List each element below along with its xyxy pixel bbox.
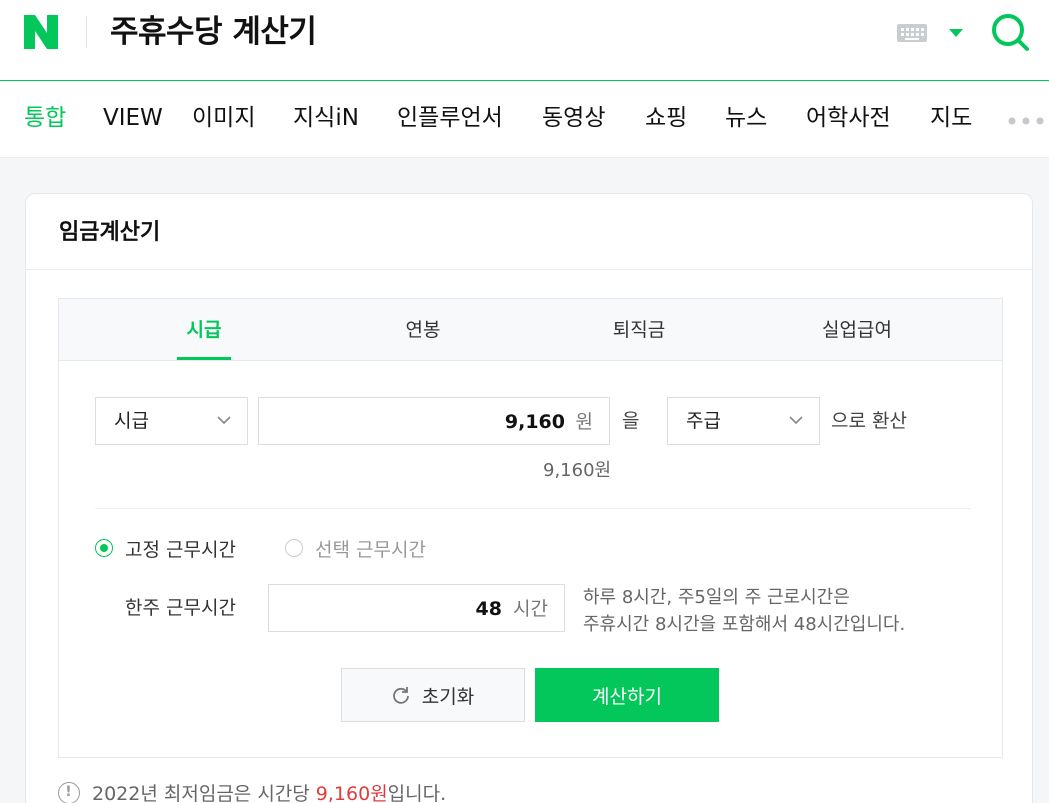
nav-tab-integrated[interactable]: 통합	[24, 102, 66, 134]
calculate-button[interactable]: 계산하기	[535, 668, 719, 722]
to-unit-value: 주급	[686, 410, 721, 432]
card-title: 임금계산기	[59, 220, 161, 245]
tab-severance[interactable]: 퇴직금	[599, 317, 679, 343]
hint-line-1: 하루 8시간, 주5일의 주 근로시간은	[583, 587, 850, 608]
weekly-hours-label: 한주 근무시간	[125, 597, 236, 619]
reset-button[interactable]: 초기화	[341, 668, 525, 722]
search-tabs-bar: 통합 VIEW 이미지 지식iN 인플루언서 동영상 쇼핑 뉴스 어학사전 지도	[0, 82, 1049, 158]
calculator-panel: 시급 연봉 퇴직금 실업급여 시급 9,160 원 을 주급 으로 환산 9,1…	[58, 298, 1003, 758]
search-header: 주휴수당 계산기	[0, 0, 1049, 81]
hint-line-2: 주휴시간 8시간을 포함해서 48시간입니다.	[583, 614, 906, 635]
radio-fixed-hours[interactable]: 고정 근무시간	[95, 535, 236, 561]
nav-tab-knowledge[interactable]: 지식iN	[293, 102, 359, 134]
notice-prefix: 2022년 최저임금은 시간당	[92, 783, 316, 803]
tab-unemployment[interactable]: 실업급여	[807, 317, 907, 343]
particle-text: 을	[622, 410, 640, 432]
keyboard-icon[interactable]	[897, 24, 927, 42]
radio-checked-icon	[95, 539, 113, 557]
chevron-down-icon	[217, 416, 231, 425]
naver-logo-icon[interactable]	[24, 15, 58, 49]
amount-unit: 원	[575, 411, 593, 433]
dropdown-caret-icon[interactable]	[948, 28, 964, 38]
minimum-wage-notice: 2022년 최저임금은 시간당 9,160원 입니다.	[58, 779, 446, 803]
converted-result: 9,160원	[543, 460, 612, 481]
search-icon[interactable]	[990, 12, 1030, 52]
amount-value: 9,160	[504, 411, 565, 433]
refresh-icon	[392, 687, 409, 704]
tab-hourly[interactable]: 시급	[179, 317, 229, 343]
nav-tab-influencer[interactable]: 인플루언서	[397, 102, 503, 134]
search-query-text[interactable]: 주휴수당 계산기	[110, 10, 317, 54]
to-unit-select[interactable]: 주급	[667, 397, 820, 445]
nav-tab-view[interactable]: VIEW	[103, 102, 163, 134]
radio-select-label: 선택 근무시간	[315, 538, 426, 561]
from-unit-select[interactable]: 시급	[95, 397, 248, 445]
nav-tab-dictionary[interactable]: 어학사전	[806, 102, 891, 134]
more-dots-icon[interactable]	[1008, 117, 1048, 125]
nav-tab-map[interactable]: 지도	[930, 102, 972, 134]
calculator-tabs: 시급 연봉 퇴직금 실업급여	[59, 299, 1002, 361]
radio-select-hours[interactable]: 선택 근무시간	[285, 535, 426, 561]
weekly-hours-input[interactable]: 48 시간	[268, 584, 565, 632]
tab-annual-salary[interactable]: 연봉	[393, 317, 453, 343]
nav-tab-video[interactable]: 동영상	[542, 102, 605, 134]
active-tab-underline	[177, 357, 231, 360]
hours-hint: 하루 8시간, 주5일의 주 근로시간은 주휴시간 8시간을 포함해서 48시간…	[583, 584, 905, 638]
radio-unchecked-icon	[285, 539, 303, 557]
nav-tab-shopping[interactable]: 쇼핑	[645, 102, 687, 134]
section-divider	[95, 508, 971, 509]
wage-calculator-card: 임금계산기 시급 연봉 퇴직금 실업급여 시급 9,160 원 을 주급 으로 …	[25, 193, 1033, 803]
weekly-hours-unit: 시간	[513, 598, 548, 620]
radio-fixed-label: 고정 근무시간	[125, 538, 236, 561]
amount-input[interactable]: 9,160 원	[258, 397, 610, 445]
nav-tab-images[interactable]: 이미지	[192, 102, 255, 134]
notice-suffix: 입니다.	[387, 783, 447, 803]
nav-tab-news[interactable]: 뉴스	[725, 102, 767, 134]
logo-divider	[86, 16, 87, 48]
chevron-down-icon	[789, 416, 803, 425]
info-icon	[58, 781, 80, 803]
reset-label: 초기화	[421, 685, 475, 708]
from-unit-value: 시급	[114, 410, 149, 432]
weekly-hours-value: 48	[475, 598, 502, 620]
card-divider	[26, 269, 1032, 270]
convert-suffix-text: 으로 환산	[831, 410, 907, 432]
notice-highlight: 9,160원	[315, 783, 388, 803]
